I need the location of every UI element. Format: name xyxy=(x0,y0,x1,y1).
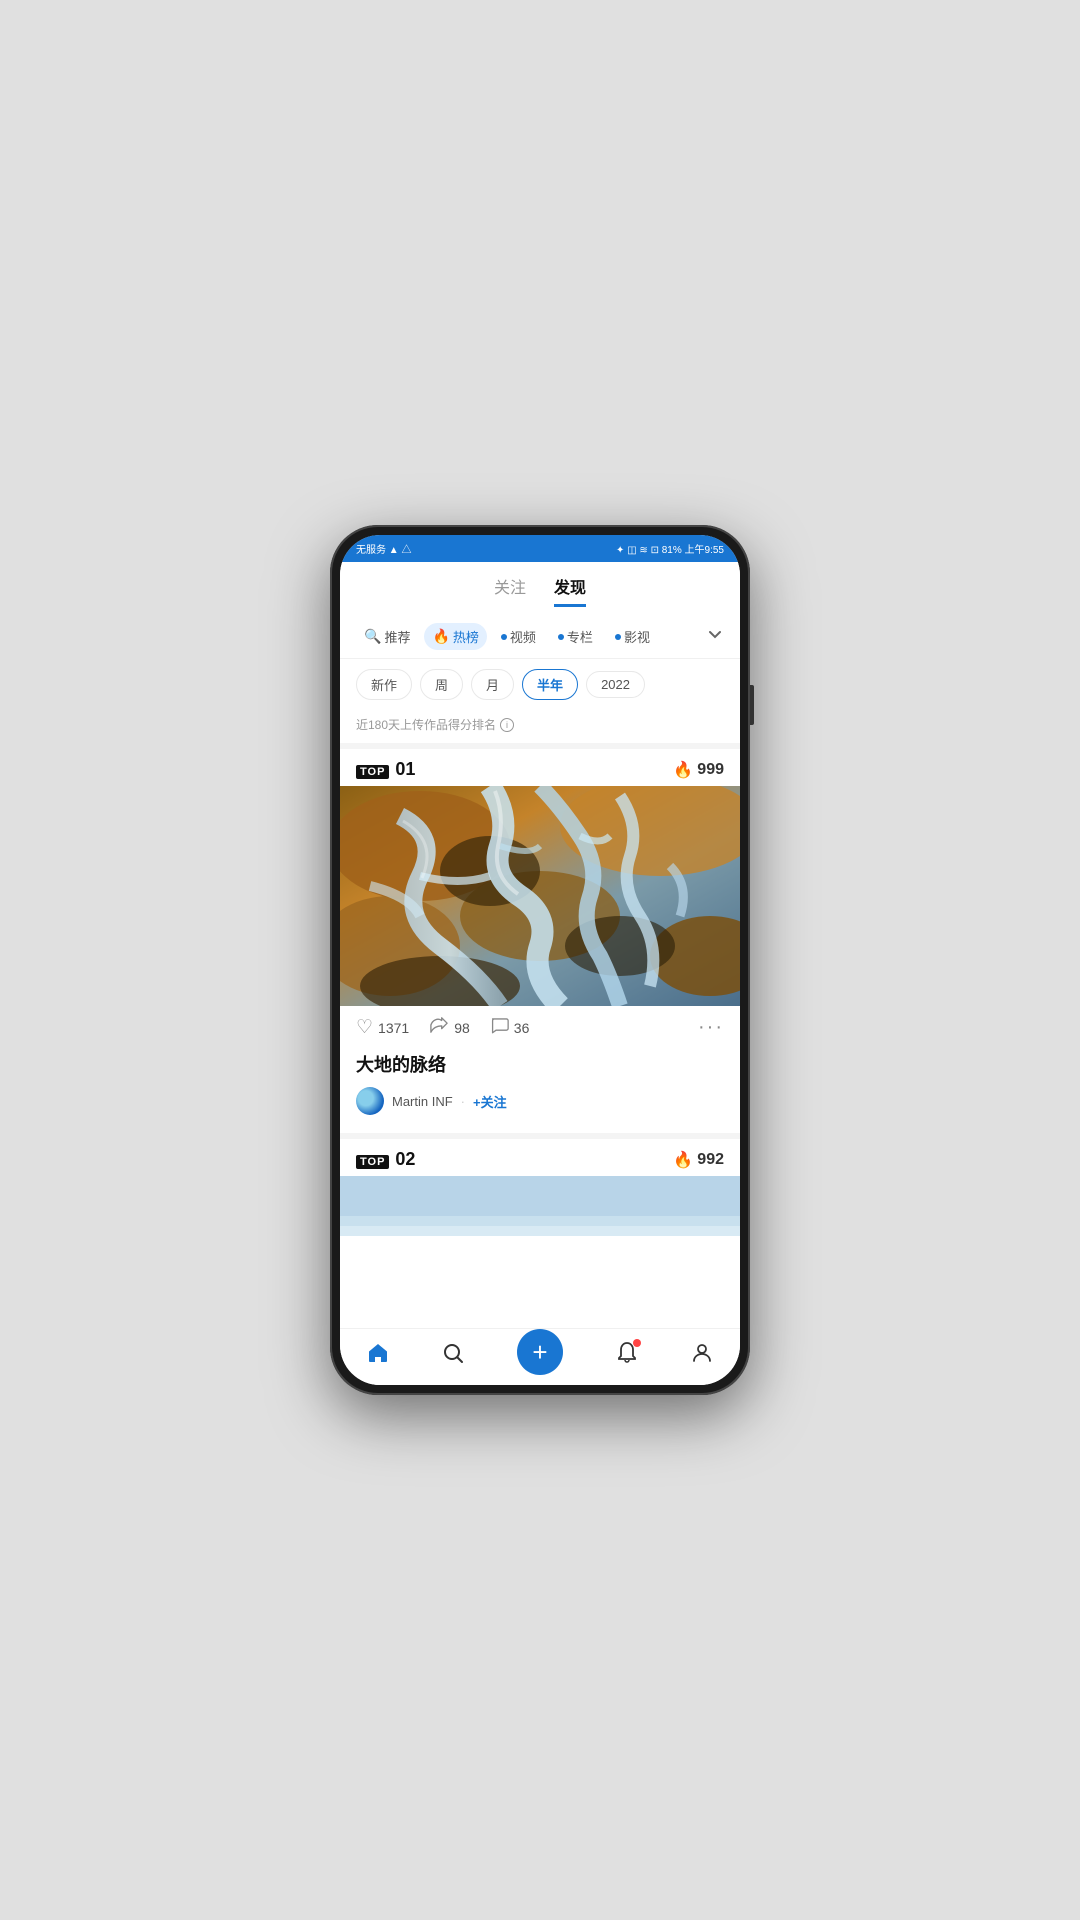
rank-label-2: TOP 02 xyxy=(356,1149,415,1170)
filter-half-year[interactable]: 半年 xyxy=(522,669,578,700)
status-right: ✦ ◫ ≋ ⊡ 81% 上午9:55 xyxy=(616,541,724,556)
movie-dot xyxy=(615,634,621,640)
rank-score-1: 🔥 999 xyxy=(673,760,724,780)
avatar-image xyxy=(356,1087,384,1115)
post-title-1: 大地的脉络 xyxy=(356,1051,724,1077)
more-button[interactable]: ··· xyxy=(698,1016,724,1039)
search-icon xyxy=(441,1341,465,1371)
filter-week[interactable]: 周 xyxy=(420,669,463,700)
subtitle-text: 近180天上传作品得分排名 i xyxy=(356,716,724,733)
comment-count: 36 xyxy=(514,1020,530,1036)
status-bar: 无服务 ▲ △ ✦ ◫ ≋ ⊡ 81% 上午9:55 xyxy=(340,535,740,562)
category-nav: 🔍 推荐 🔥 热榜 视频 专栏 影视 xyxy=(340,615,740,659)
scroll-content[interactable]: TOP 01 🔥 999 xyxy=(340,749,740,1328)
expand-categories-button[interactable] xyxy=(706,625,724,648)
cat-recommend[interactable]: 🔍 推荐 xyxy=(356,623,418,650)
profile-icon xyxy=(690,1341,714,1371)
rank-num-1: 01 xyxy=(395,759,415,780)
rank-label-1: TOP 01 xyxy=(356,759,415,780)
rank-top-label: TOP xyxy=(356,765,389,779)
comment-action[interactable]: 36 xyxy=(490,1016,530,1039)
tab-discover[interactable]: 发现 xyxy=(554,574,586,607)
nav-search[interactable] xyxy=(441,1341,465,1371)
cat-column-label: 专栏 xyxy=(567,627,593,646)
nav-profile[interactable] xyxy=(690,1341,714,1371)
rank-header-1: TOP 01 🔥 999 xyxy=(340,749,740,786)
author-name[interactable]: Martin INF xyxy=(392,1094,453,1109)
subtitle-bar: 近180天上传作品得分排名 i xyxy=(340,710,740,749)
column-dot xyxy=(558,634,564,640)
status-left: 无服务 ▲ △ xyxy=(356,541,411,556)
share-count: 98 xyxy=(454,1020,470,1036)
rank-top-label-2: TOP xyxy=(356,1155,389,1169)
nav-notification[interactable] xyxy=(615,1341,639,1371)
share-icon xyxy=(429,1016,449,1039)
cat-recommend-label: 推荐 xyxy=(384,627,410,646)
cat-video[interactable]: 视频 xyxy=(493,623,544,650)
filter-new[interactable]: 新作 xyxy=(356,669,412,700)
nav-home[interactable] xyxy=(366,1341,390,1371)
post-card-1: TOP 01 🔥 999 xyxy=(340,749,740,1127)
cat-hot-label: 热榜 xyxy=(453,627,479,646)
notification-dot xyxy=(633,1339,641,1347)
post-image-2[interactable] xyxy=(340,1176,740,1236)
cat-video-label: 视频 xyxy=(510,627,536,646)
dot-separator: · xyxy=(461,1094,465,1109)
preview-svg xyxy=(340,1176,740,1236)
aerial-svg xyxy=(340,786,740,1006)
time-filter: 新作 周 月 半年 2022 xyxy=(340,659,740,710)
filter-month[interactable]: 月 xyxy=(471,669,514,700)
bottom-nav: + xyxy=(340,1328,740,1385)
subtitle-label: 近180天上传作品得分排名 xyxy=(356,716,496,733)
cat-hot[interactable]: 🔥 热榜 xyxy=(424,623,486,650)
header-tabs: 关注 发现 xyxy=(356,574,724,607)
actions-row-1: ♡ 1371 98 xyxy=(340,1006,740,1049)
score-fire-icon-2: 🔥 xyxy=(673,1150,693,1170)
follow-button[interactable]: +关注 xyxy=(473,1092,507,1111)
post-card-2: TOP 02 🔥 992 xyxy=(340,1139,740,1240)
filter-2022[interactable]: 2022 xyxy=(586,671,645,698)
heart-icon: ♡ xyxy=(356,1016,373,1039)
comment-icon xyxy=(490,1016,509,1039)
rank-score-2: 🔥 992 xyxy=(673,1150,724,1170)
recommend-icon: 🔍 xyxy=(364,628,381,645)
tab-follow[interactable]: 关注 xyxy=(494,574,526,607)
cat-movie-label: 影视 xyxy=(624,627,650,646)
video-dot xyxy=(501,634,507,640)
home-icon xyxy=(366,1341,390,1371)
like-action[interactable]: ♡ 1371 xyxy=(356,1016,409,1039)
cat-column[interactable]: 专栏 xyxy=(550,623,601,650)
rank-num-2: 02 xyxy=(395,1149,415,1170)
score-value-2: 992 xyxy=(697,1151,724,1169)
rank-header-2: TOP 02 🔥 992 xyxy=(340,1139,740,1176)
share-action[interactable]: 98 xyxy=(429,1016,470,1039)
score-fire-icon: 🔥 xyxy=(673,760,693,780)
add-button[interactable]: + xyxy=(517,1329,563,1375)
post-image-1[interactable] xyxy=(340,786,740,1006)
like-count: 1371 xyxy=(378,1020,409,1036)
cat-movie[interactable]: 影视 xyxy=(607,623,658,650)
score-value-1: 999 xyxy=(697,761,724,779)
nav-add[interactable]: + xyxy=(517,1337,563,1375)
post-info-1: 大地的脉络 Martin INF · +关注 xyxy=(340,1049,740,1127)
fire-icon: 🔥 xyxy=(432,628,449,645)
info-icon[interactable]: i xyxy=(500,718,514,732)
header: 关注 发现 xyxy=(340,562,740,615)
author-row: Martin INF · +关注 xyxy=(356,1087,724,1115)
author-avatar[interactable] xyxy=(356,1087,384,1115)
